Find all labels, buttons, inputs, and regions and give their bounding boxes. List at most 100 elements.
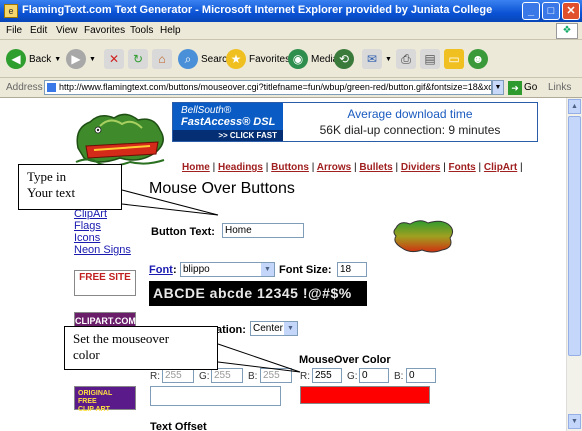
maximize-button[interactable]: □	[542, 2, 560, 20]
media-button[interactable]: ◉ Media	[288, 47, 338, 71]
font-size-input[interactable]: 18	[337, 262, 367, 277]
nav-separator: |	[443, 162, 446, 173]
mail-button[interactable]: ✉ ▼	[362, 47, 392, 71]
back-dropdown-icon[interactable]: ▼	[54, 56, 61, 63]
chevron-down-icon: ▼	[261, 263, 274, 276]
print-icon: ⎙	[396, 49, 416, 69]
bellsouth-banner-ad[interactable]: BellSouth® FastAccess® DSL >> CLICK FAST…	[172, 102, 538, 142]
favorites-button[interactable]: ★ Favorites	[226, 47, 290, 71]
flamingtext-logo[interactable]	[70, 108, 170, 168]
menu-help[interactable]: Help	[160, 25, 181, 36]
banner-brand-panel: BellSouth® FastAccess® DSL >> CLICK FAST	[173, 103, 283, 141]
discuss-button[interactable]: ▭	[444, 47, 464, 71]
minimize-button[interactable]: _	[522, 2, 540, 20]
font-size-label: Font Size:	[279, 264, 332, 276]
font-preview: ABCDE abcde 12345 !@#$%	[149, 281, 367, 306]
vertical-scrollbar[interactable]: ▲ ▼	[566, 98, 582, 431]
scroll-thumb[interactable]	[568, 116, 581, 356]
print-button[interactable]: ⎙	[396, 47, 416, 71]
mouseover-color-swatch[interactable]	[300, 386, 430, 404]
nav-home[interactable]: Home	[182, 162, 210, 173]
callout-type-in: Type in Your text	[18, 164, 122, 210]
go-label: Go	[524, 82, 538, 93]
address-bar: Address http://www.flamingtext.com/butto…	[0, 78, 582, 98]
favorites-label: Favorites	[249, 53, 291, 65]
ie-app-icon: e	[4, 4, 18, 18]
chevron-down-icon: ▼	[284, 322, 297, 335]
mouseover-r-input[interactable]: 255	[312, 368, 342, 383]
free-site-ad-text: FREE SITE	[79, 272, 131, 283]
toolbar: ◀ Back ▼ ▶ ▼ ✕ ↻ ⌂ ⌕ Search ★ Favorites …	[0, 40, 582, 78]
nav-bullets[interactable]: Bullets	[359, 162, 392, 173]
orientation-select[interactable]: Center ▼	[250, 321, 298, 336]
search-button[interactable]: ⌕ Search	[178, 47, 233, 71]
nav-buttons[interactable]: Buttons	[271, 162, 309, 173]
scroll-down-icon[interactable]: ▼	[568, 414, 581, 429]
windows-logo-icon: ❖	[556, 23, 578, 39]
media-icon: ◉	[288, 49, 308, 69]
button-preview-image	[393, 220, 454, 253]
nav-separator: |	[395, 162, 399, 173]
sidebar-link-flags[interactable]: Flags	[74, 220, 131, 232]
forward-dropdown-icon[interactable]: ▼	[89, 56, 96, 63]
left-r-input[interactable]: 255	[162, 368, 194, 383]
right-g-label: G:	[347, 371, 358, 382]
right-r-label: R:	[300, 371, 310, 382]
clipart-com-ad-text: CLIPART.COM	[75, 316, 136, 326]
back-button[interactable]: ◀ Back ▼	[6, 47, 61, 71]
left-b-input[interactable]: 255	[260, 368, 292, 383]
edit-button[interactable]: ▤	[420, 47, 440, 71]
orientation-label: ation:	[216, 324, 246, 336]
mouseover-b-input[interactable]: 0	[406, 368, 436, 383]
refresh-button[interactable]: ↻	[128, 47, 148, 71]
menu-file[interactable]: File	[6, 25, 22, 36]
nav-arrows[interactable]: Arrows	[317, 162, 351, 173]
nav-headings[interactable]: Headings	[218, 162, 263, 173]
address-dropdown-icon[interactable]: ▼	[492, 80, 504, 95]
menu-view[interactable]: View	[56, 25, 78, 36]
orientation-select-value: Center	[253, 323, 284, 334]
messenger-button[interactable]: ☻	[468, 47, 488, 71]
sidebar-links: ClipArt Flags Icons Neon Signs	[74, 208, 131, 256]
banner-cta[interactable]: >> CLICK FAST	[173, 130, 283, 141]
sidebar-link-icons[interactable]: Icons	[74, 232, 131, 244]
back-label: Back	[29, 53, 52, 65]
home-button[interactable]: ⌂	[152, 47, 172, 71]
mail-dropdown-icon[interactable]: ▼	[385, 56, 392, 63]
close-button[interactable]: ✕	[562, 2, 580, 20]
menu-edit[interactable]: Edit	[30, 25, 47, 36]
window-title: FlamingText.com Text Generator - Microso…	[22, 4, 493, 16]
left-g-label: G:	[199, 371, 210, 382]
normal-color-swatch[interactable]	[150, 386, 281, 406]
url-text: http://www.flamingtext.com/buttons/mouse…	[59, 82, 492, 92]
history-button[interactable]: ⟲	[334, 47, 354, 71]
left-g-input[interactable]: 255	[211, 368, 243, 383]
nav-clipart[interactable]: ClipArt	[484, 162, 517, 173]
menu-tools[interactable]: Tools	[130, 25, 153, 36]
mouseover-g-input[interactable]: 0	[359, 368, 389, 383]
button-text-input[interactable]: Home	[222, 223, 304, 238]
banner-product: FastAccess® DSL	[181, 116, 276, 128]
edit-page-icon: ▤	[420, 49, 440, 69]
favorites-star-icon: ★	[226, 49, 246, 69]
free-site-ad[interactable]: FREE SITE	[74, 270, 136, 296]
nav-separator: |	[353, 162, 357, 173]
original-free-clipart-ad[interactable]: ORIGINAL FREE CLIP ART	[74, 386, 136, 413]
nav-separator: |	[265, 162, 269, 173]
font-link[interactable]: Font	[149, 264, 173, 276]
sidebar-link-neon-signs[interactable]: Neon Signs	[74, 244, 131, 256]
stop-button[interactable]: ✕	[104, 47, 124, 71]
font-select[interactable]: blippo ▼	[180, 262, 275, 277]
back-arrow-icon: ◀	[6, 49, 26, 69]
nav-dividers[interactable]: Dividers	[401, 162, 440, 173]
nav-fonts[interactable]: Fonts	[449, 162, 476, 173]
forward-button[interactable]: ▶ ▼	[66, 47, 96, 71]
forward-arrow-icon: ▶	[66, 49, 86, 69]
links-label[interactable]: Links	[548, 82, 571, 93]
go-button[interactable]: ➜ Go	[508, 80, 537, 95]
scroll-up-icon[interactable]: ▲	[568, 99, 581, 114]
font-colon: :	[173, 264, 177, 276]
url-input[interactable]: http://www.flamingtext.com/buttons/mouse…	[44, 80, 492, 95]
menu-favorites[interactable]: Favorites	[84, 25, 125, 36]
nav-separator: |	[520, 162, 523, 173]
